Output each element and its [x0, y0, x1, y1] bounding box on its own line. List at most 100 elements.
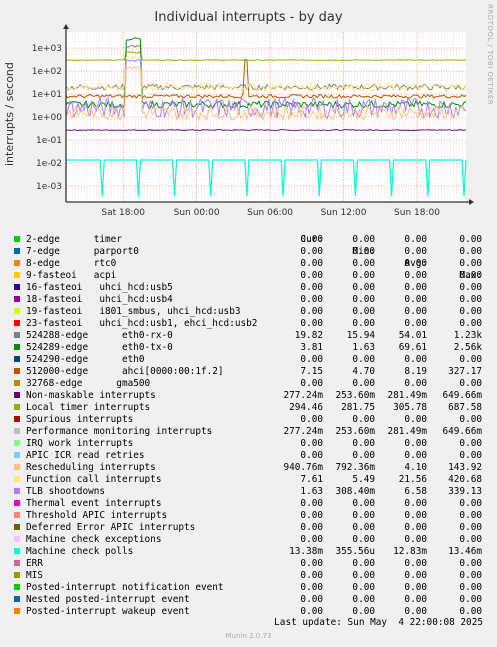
x-tick-label: Sun 00:00 — [174, 208, 220, 218]
series-name: Deferred Error APIC interrupts — [26, 522, 196, 533]
legend-swatch — [14, 548, 20, 554]
legend-row: Posted-interrupt notification event 0.00 0… — [0, 582, 497, 594]
max-value: 0.00 — [459, 522, 482, 533]
max-value: 420.68 — [448, 474, 482, 485]
legend-row: ERR 0.00 0.00 0.00 0.00 — [0, 558, 497, 570]
legend-row: Function call interrupts 7.61 5.49 21.56 420… — [0, 474, 497, 486]
max-value: 649.66m — [442, 390, 482, 401]
legend-swatch — [14, 248, 20, 254]
legend-row: APIC ICR read retries 0.00 0.00 0.00 0.00 — [0, 450, 497, 462]
legend-swatch — [14, 476, 20, 482]
series-name: 16-fasteoi uhci_hcd:usb5 — [26, 282, 173, 293]
legend-row: 524288-edge eth0-rx-0 19.82 15.94 54.01 1.23… — [0, 330, 497, 342]
legend-swatch — [14, 404, 20, 410]
legend-row: Nested posted-interrupt event 0.00 0.00 0.0… — [0, 594, 497, 606]
x-tick-label: Sun 06:00 — [247, 208, 293, 218]
legend-row: 23-fasteoi uhci_hcd:usb1, ehci_hcd:usb2 0… — [0, 318, 497, 330]
max-value: 2.56k — [453, 342, 482, 353]
max-value: 1.23k — [453, 330, 482, 341]
legend-swatch — [14, 236, 20, 242]
max-value: 0.00 — [459, 246, 482, 257]
legend-swatch — [14, 380, 20, 386]
series-name: 524289-edge eth0-tx-0 — [26, 342, 173, 353]
legend-swatch — [14, 572, 20, 578]
max-value: 0.00 — [459, 414, 482, 425]
y-tick-label: 1e+03 — [32, 44, 62, 54]
series-name: Performance monitoring interrupts — [26, 426, 213, 437]
legend-row: 2-edge timer 0.00 0.00 0.00 0.00 — [0, 234, 497, 246]
legend-swatch — [14, 440, 20, 446]
series-name: 7-edge parport0 — [26, 246, 139, 257]
max-value: 0.00 — [459, 450, 482, 461]
chart-plot: 1e+03 1e+02 1e+01 1e+00 1e-01 1e-02 1e-03 Sat 1… — [32, 24, 474, 218]
max-value: 0.00 — [459, 354, 482, 365]
max-value: 339.13 — [448, 486, 482, 497]
legend-swatch — [14, 500, 20, 506]
legend-row: TLB shootdowns 1.63 308.40m 6.58 339.13 — [0, 486, 497, 498]
max-value: 0.00 — [459, 234, 482, 245]
legend-header: Cur: Min: Avg: Max: — [0, 222, 497, 281]
legend-swatch — [14, 596, 20, 602]
legend-row: 512000-edge ahci[0000:00:1f.2] 7.15 4.70 8.… — [0, 366, 497, 378]
legend-swatch — [14, 392, 20, 398]
legend-swatch — [14, 272, 20, 278]
max-value: 649.66m — [442, 426, 482, 437]
legend-row: Rescheduling interrupts 940.76m 792.36m 4.1… — [0, 462, 497, 474]
max-value: 0.00 — [459, 294, 482, 305]
max-value: 0.00 — [459, 306, 482, 317]
legend-swatch — [14, 260, 20, 266]
series-name: 19-fasteoi i801_smbus, uhci_hcd:usb3 — [26, 306, 241, 317]
legend-row: Deferred Error APIC interrupts 0.00 0.00 0.… — [0, 522, 497, 534]
series-name: 18-fasteoi uhci_hcd:usb4 — [26, 294, 173, 305]
legend-swatch — [14, 512, 20, 518]
legend-row: 7-edge parport0 0.00 0.00 0.00 0.00 — [0, 246, 497, 258]
series-name: MIS — [26, 570, 43, 581]
legend-swatch — [14, 356, 20, 362]
x-tick-label: Sat 18:00 — [101, 208, 145, 218]
legend-swatch — [14, 524, 20, 530]
series-name: Spurious interrupts — [26, 414, 134, 425]
x-axis-arrow — [469, 199, 474, 205]
series-name: Posted-interrupt notification event — [26, 582, 224, 593]
legend-swatch — [14, 416, 20, 422]
legend-row: 32768-edge gma500 0.00 0.00 0.00 0.00 — [0, 378, 497, 390]
legend-row: Machine check polls 13.38m 355.56u 12.83m 13… — [0, 546, 497, 558]
series-name: Non-maskable interrupts — [26, 390, 156, 401]
max-value: 0.00 — [459, 258, 482, 269]
legend-swatch — [14, 488, 20, 494]
legend-swatch — [14, 584, 20, 590]
max-value: 0.00 — [459, 498, 482, 509]
legend-row: 16-fasteoi uhci_hcd:usb5 0.00 0.00 0.00 0.00 — [0, 282, 497, 294]
series-name: 2-edge timer — [26, 234, 122, 245]
series-name: Nested posted-interrupt event — [26, 594, 190, 605]
legend-swatch — [14, 452, 20, 458]
max-value: 0.00 — [459, 270, 482, 281]
max-value: 0.00 — [459, 594, 482, 605]
legend-swatch — [14, 284, 20, 290]
y-tick-label: 1e-01 — [36, 136, 62, 146]
max-value: 0.00 — [459, 438, 482, 449]
legend-swatch — [14, 608, 20, 614]
series-name: ERR — [26, 558, 43, 569]
munin-version: Munin 2.0.73 — [225, 632, 272, 640]
legend-row: IRQ work interrupts 0.00 0.00 0.00 0.00 — [0, 438, 497, 450]
y-tick-label: 1e+00 — [32, 113, 63, 123]
max-value: 13.46m — [448, 546, 482, 557]
max-value: 143.92 — [448, 462, 482, 473]
series-name: Function call interrupts — [26, 474, 162, 485]
x-tick-label: Sun 12:00 — [321, 208, 367, 218]
legend-swatch — [14, 428, 20, 434]
max-value: 0.00 — [459, 510, 482, 521]
legend-row: 8-edge rtc0 0.00 0.00 0.00 0.00 — [0, 258, 497, 270]
legend-swatch — [14, 368, 20, 374]
legend-row: Spurious interrupts 0.00 0.00 0.00 0.00 — [0, 414, 497, 426]
chart-title: Individual interrupts - by day — [154, 10, 343, 25]
y-tick-label: 1e+01 — [32, 90, 62, 100]
legend-swatch — [14, 296, 20, 302]
legend-swatch — [14, 332, 20, 338]
max-value: 0.00 — [459, 282, 482, 293]
legend-swatch — [14, 308, 20, 314]
legend-row: MIS 0.00 0.00 0.00 0.00 — [0, 570, 497, 582]
legend-row: Non-maskable interrupts 277.24m 253.60m 281… — [0, 390, 497, 402]
y-tick-label: 1e+02 — [32, 67, 62, 77]
